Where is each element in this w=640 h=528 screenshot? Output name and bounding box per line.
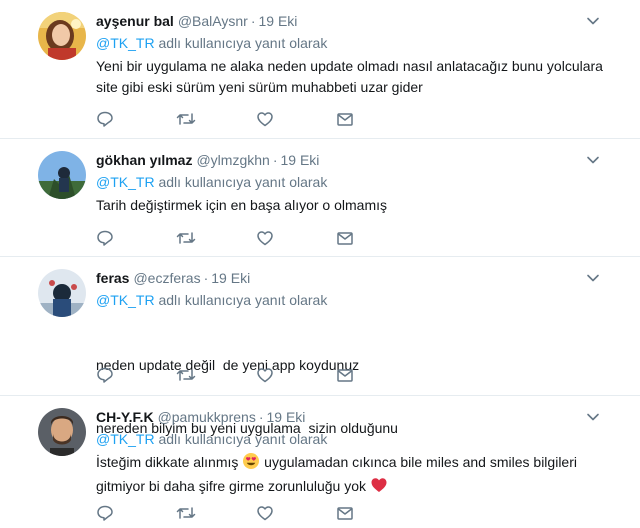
tweet-header: CH-Y.F.K @pamukkprens · 19 Eki — [96, 407, 610, 427]
replying-to-suffix: adlı kullanıcıya yanıt olarak — [158, 292, 328, 308]
user-handle[interactable]: @eczferas — [133, 270, 200, 286]
like-icon — [256, 110, 274, 128]
chevron-down-icon[interactable] — [586, 271, 600, 285]
avatar[interactable] — [38, 151, 86, 199]
retweet-icon — [176, 110, 196, 128]
reply-tweet[interactable]: gökhan yılmaz @ylmzgkhn · 19 Eki @TK_TR adl… — [0, 139, 640, 257]
direct-message-icon — [336, 110, 354, 128]
retweet-icon — [176, 366, 196, 384]
user-name[interactable]: CH-Y.F.K — [96, 409, 154, 425]
replying-to-suffix: adlı kullanıcıya yanıt olarak — [158, 35, 328, 51]
replying-to: @TK_TR adlı kullanıcıya yanıt olarak — [96, 290, 610, 310]
like-button[interactable] — [256, 109, 336, 129]
tweet-header: gökhan yılmaz @ylmzgkhn · 19 Eki — [96, 150, 610, 170]
reply-button[interactable] — [96, 109, 176, 129]
tweet-text: İsteğim dikkate alınmış uygulamadan cıkı… — [96, 452, 610, 500]
direct-message-button[interactable] — [336, 365, 416, 385]
reply-icon — [96, 504, 114, 522]
separator-dot: · — [203, 270, 209, 286]
replying-to: @TK_TR adlı kullanıcıya yanıt olarak — [96, 429, 610, 449]
separator-dot: · — [272, 152, 278, 168]
replying-to: @TK_TR adlı kullanıcıya yanıt olarak — [96, 172, 610, 192]
reply-tweet[interactable]: CH-Y.F.K @pamukkprens · 19 Eki @TK_TR adlı … — [0, 396, 640, 528]
tweet-text: Yeni bir uygulama ne alaka neden update … — [96, 56, 610, 98]
reply-button[interactable] — [96, 365, 176, 385]
tweet-time[interactable]: 19 Eki — [280, 152, 319, 168]
retweet-button[interactable] — [176, 228, 256, 248]
user-name[interactable]: ayşenur bal — [96, 13, 174, 29]
direct-message-icon — [336, 504, 354, 522]
avatar[interactable] — [38, 408, 86, 456]
chevron-down-icon[interactable] — [586, 14, 600, 28]
mention-link[interactable]: @TK_TR — [96, 431, 155, 447]
like-icon — [256, 366, 274, 384]
replying-to-suffix: adlı kullanıcıya yanıt olarak — [158, 174, 328, 190]
tweet-time[interactable]: 19 Eki — [258, 13, 297, 29]
like-button[interactable] — [256, 503, 336, 523]
user-handle[interactable]: @BalAysnr — [178, 13, 248, 29]
tweet-actions — [96, 228, 416, 248]
heart-eyes-emoji — [242, 452, 260, 476]
tweet-content: CH-Y.F.K @pamukkprens · 19 Eki @TK_TR adlı … — [96, 407, 610, 500]
retweet-icon — [176, 229, 196, 247]
tweet-header: feras @eczferas · 19 Eki — [96, 268, 610, 288]
user-name[interactable]: feras — [96, 270, 129, 286]
like-icon — [256, 229, 274, 247]
user-handle[interactable]: @pamukkprens — [158, 409, 256, 425]
tweet-time[interactable]: 19 Eki — [211, 270, 250, 286]
direct-message-icon — [336, 229, 354, 247]
like-button[interactable] — [256, 365, 336, 385]
retweet-icon — [176, 504, 196, 522]
tweet-actions — [96, 109, 416, 129]
mention-link[interactable]: @TK_TR — [96, 174, 155, 190]
mention-link[interactable]: @TK_TR — [96, 35, 155, 51]
tweet-time[interactable]: 19 Eki — [267, 409, 306, 425]
tweet-text-segment: uygulamadan cıkınca bile miles and smile… — [264, 454, 577, 470]
chevron-down-icon[interactable] — [586, 410, 600, 424]
like-button[interactable] — [256, 228, 336, 248]
tweet-header: ayşenur bal @BalAysnr · 19 Eki — [96, 11, 610, 31]
reply-tweet[interactable]: ayşenur bal @BalAysnr · 19 Eki @TK_TR adlı … — [0, 0, 640, 139]
reply-icon — [96, 110, 114, 128]
reply-tweet[interactable]: feras @eczferas · 19 Eki @TK_TR adlı kullan… — [0, 257, 640, 436]
replying-to-suffix: adlı kullanıcıya yanıt olarak — [158, 431, 328, 447]
direct-message-button[interactable] — [336, 228, 416, 248]
tweet-actions — [96, 365, 416, 385]
retweet-button[interactable] — [176, 365, 256, 385]
replying-to: @TK_TR adlı kullanıcıya yanıt olarak — [96, 33, 610, 53]
reply-button[interactable] — [96, 503, 176, 523]
avatar[interactable] — [38, 269, 86, 317]
tweet-text-segment: İsteğim dikkate alınmış — [96, 454, 239, 470]
tweet-text-line: Yeni bir uygulama ne alaka neden update … — [96, 58, 603, 74]
direct-message-button[interactable] — [336, 109, 416, 129]
tweet-text-segment: gitmiyor bi daha şifre girme zorunluluğu… — [96, 478, 367, 494]
chevron-down-icon[interactable] — [586, 153, 600, 167]
user-handle[interactable]: @ylmzgkhn — [196, 152, 269, 168]
user-name[interactable]: gökhan yılmaz — [96, 152, 192, 168]
reply-button[interactable] — [96, 228, 176, 248]
tweet-content: ayşenur bal @BalAysnr · 19 Eki @TK_TR adlı … — [96, 11, 610, 98]
retweet-button[interactable] — [176, 109, 256, 129]
tweet-text: Tarih değiştirmek için en başa alıyor o … — [96, 195, 610, 216]
mention-link[interactable]: @TK_TR — [96, 292, 155, 308]
retweet-button[interactable] — [176, 503, 256, 523]
direct-message-button[interactable] — [336, 503, 416, 523]
direct-message-icon — [336, 366, 354, 384]
tweet-text-line: Tarih değiştirmek için en başa alıyor o … — [96, 197, 388, 213]
replies-feed: ayşenur bal @BalAysnr · 19 Eki @TK_TR adlı … — [0, 0, 640, 528]
separator-dot: · — [250, 13, 256, 29]
red-heart-emoji — [370, 476, 388, 500]
separator-dot: · — [258, 409, 264, 425]
like-icon — [256, 504, 274, 522]
tweet-content: gökhan yılmaz @ylmzgkhn · 19 Eki @TK_TR adl… — [96, 150, 610, 216]
reply-icon — [96, 229, 114, 247]
avatar[interactable] — [38, 12, 86, 60]
reply-icon — [96, 366, 114, 384]
tweet-text-line: site gibi eski sürüm yeni sürüm muhabbet… — [96, 79, 423, 95]
tweet-actions — [96, 503, 416, 523]
